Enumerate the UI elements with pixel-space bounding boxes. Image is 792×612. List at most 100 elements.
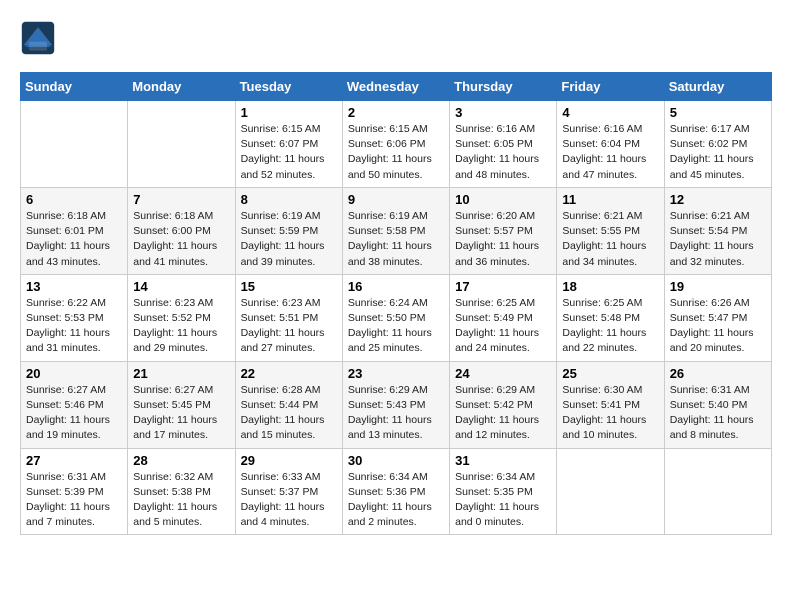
day-number: 30 <box>348 453 444 468</box>
day-number: 23 <box>348 366 444 381</box>
day-info: Sunrise: 6:22 AM Sunset: 5:53 PM Dayligh… <box>26 296 122 357</box>
day-number: 25 <box>562 366 658 381</box>
calendar-cell: 24Sunrise: 6:29 AM Sunset: 5:42 PM Dayli… <box>450 361 557 448</box>
calendar-cell: 22 Sunrise: 6:28 AM Sunset: 5:44 PM Dayli… <box>235 361 342 448</box>
calendar-cell: 3Sunrise: 6:16 AM Sunset: 6:05 PM Daylig… <box>450 101 557 188</box>
calendar-cell: 15 Sunrise: 6:23 AM Sunset: 5:51 PM Dayli… <box>235 274 342 361</box>
day-info: Sunrise: 6:33 AM Sunset: 5:37 PM Dayligh… <box>241 470 337 531</box>
calendar-cell <box>21 101 128 188</box>
calendar-week-3: 13Sunrise: 6:22 AM Sunset: 5:53 PM Dayli… <box>21 274 772 361</box>
day-header-wednesday: Wednesday <box>342 73 449 101</box>
calendar-cell <box>128 101 235 188</box>
day-number: 21 <box>133 366 229 381</box>
day-number: 31 <box>455 453 551 468</box>
logo-icon <box>20 20 56 56</box>
calendar-cell: 5 Sunrise: 6:17 AM Sunset: 6:02 PM Daylig… <box>664 101 771 188</box>
day-number: 19 <box>670 279 766 294</box>
calendar-cell: 23Sunrise: 6:29 AM Sunset: 5:43 PM Dayli… <box>342 361 449 448</box>
day-number: 15 <box>241 279 337 294</box>
day-number: 28 <box>133 453 229 468</box>
day-info: Sunrise: 6:21 AM Sunset: 5:54 PM Dayligh… <box>670 209 766 270</box>
calendar-cell: 17Sunrise: 6:25 AM Sunset: 5:49 PM Dayli… <box>450 274 557 361</box>
logo <box>20 20 60 56</box>
day-info: Sunrise: 6:17 AM Sunset: 6:02 PM Dayligh… <box>670 122 766 183</box>
day-number: 11 <box>562 192 658 207</box>
calendar-cell: 30 Sunrise: 6:34 AM Sunset: 5:36 PM Dayli… <box>342 448 449 535</box>
calendar-cell: 4 Sunrise: 6:16 AM Sunset: 6:04 PM Daylig… <box>557 101 664 188</box>
day-number: 22 <box>241 366 337 381</box>
page-header <box>20 20 772 56</box>
day-info: Sunrise: 6:18 AM Sunset: 6:00 PM Dayligh… <box>133 209 229 270</box>
day-number: 6 <box>26 192 122 207</box>
day-info: Sunrise: 6:34 AM Sunset: 5:36 PM Dayligh… <box>348 470 444 531</box>
day-number: 1 <box>241 105 337 120</box>
calendar-week-2: 6Sunrise: 6:18 AM Sunset: 6:01 PM Daylig… <box>21 187 772 274</box>
calendar-cell: 13Sunrise: 6:22 AM Sunset: 5:53 PM Dayli… <box>21 274 128 361</box>
calendar-cell: 7 Sunrise: 6:18 AM Sunset: 6:00 PM Daylig… <box>128 187 235 274</box>
day-info: Sunrise: 6:30 AM Sunset: 5:41 PM Dayligh… <box>562 383 658 444</box>
day-info: Sunrise: 6:26 AM Sunset: 5:47 PM Dayligh… <box>670 296 766 357</box>
day-number: 14 <box>133 279 229 294</box>
day-info: Sunrise: 6:31 AM Sunset: 5:40 PM Dayligh… <box>670 383 766 444</box>
calendar-cell: 8 Sunrise: 6:19 AM Sunset: 5:59 PM Daylig… <box>235 187 342 274</box>
day-info: Sunrise: 6:15 AM Sunset: 6:07 PM Dayligh… <box>241 122 337 183</box>
calendar-cell <box>557 448 664 535</box>
day-number: 2 <box>348 105 444 120</box>
day-info: Sunrise: 6:23 AM Sunset: 5:51 PM Dayligh… <box>241 296 337 357</box>
calendar-cell: 9 Sunrise: 6:19 AM Sunset: 5:58 PM Daylig… <box>342 187 449 274</box>
day-info: Sunrise: 6:21 AM Sunset: 5:55 PM Dayligh… <box>562 209 658 270</box>
calendar-cell: 27 Sunrise: 6:31 AM Sunset: 5:39 PM Dayli… <box>21 448 128 535</box>
day-info: Sunrise: 6:34 AM Sunset: 5:35 PM Dayligh… <box>455 470 551 531</box>
calendar-cell: 25 Sunrise: 6:30 AM Sunset: 5:41 PM Dayli… <box>557 361 664 448</box>
day-info: Sunrise: 6:32 AM Sunset: 5:38 PM Dayligh… <box>133 470 229 531</box>
calendar-cell: 14 Sunrise: 6:23 AM Sunset: 5:52 PM Dayli… <box>128 274 235 361</box>
day-number: 7 <box>133 192 229 207</box>
day-number: 27 <box>26 453 122 468</box>
day-info: Sunrise: 6:27 AM Sunset: 5:46 PM Dayligh… <box>26 383 122 444</box>
day-number: 4 <box>562 105 658 120</box>
day-number: 5 <box>670 105 766 120</box>
calendar-cell: 11 Sunrise: 6:21 AM Sunset: 5:55 PM Dayli… <box>557 187 664 274</box>
day-number: 29 <box>241 453 337 468</box>
calendar-cell: 20 Sunrise: 6:27 AM Sunset: 5:46 PM Dayli… <box>21 361 128 448</box>
calendar-cell: 16Sunrise: 6:24 AM Sunset: 5:50 PM Dayli… <box>342 274 449 361</box>
day-number: 20 <box>26 366 122 381</box>
day-info: Sunrise: 6:28 AM Sunset: 5:44 PM Dayligh… <box>241 383 337 444</box>
day-number: 24 <box>455 366 551 381</box>
calendar-cell: 1 Sunrise: 6:15 AM Sunset: 6:07 PM Daylig… <box>235 101 342 188</box>
day-info: Sunrise: 6:15 AM Sunset: 6:06 PM Dayligh… <box>348 122 444 183</box>
calendar-cell: 26 Sunrise: 6:31 AM Sunset: 5:40 PM Dayli… <box>664 361 771 448</box>
day-info: Sunrise: 6:25 AM Sunset: 5:49 PM Dayligh… <box>455 296 551 357</box>
day-info: Sunrise: 6:31 AM Sunset: 5:39 PM Dayligh… <box>26 470 122 531</box>
day-header-tuesday: Tuesday <box>235 73 342 101</box>
calendar-cell: 18 Sunrise: 6:25 AM Sunset: 5:48 PM Dayli… <box>557 274 664 361</box>
calendar-week-4: 20 Sunrise: 6:27 AM Sunset: 5:46 PM Dayli… <box>21 361 772 448</box>
day-info: Sunrise: 6:25 AM Sunset: 5:48 PM Dayligh… <box>562 296 658 357</box>
day-info: Sunrise: 6:19 AM Sunset: 5:59 PM Dayligh… <box>241 209 337 270</box>
day-number: 10 <box>455 192 551 207</box>
day-info: Sunrise: 6:19 AM Sunset: 5:58 PM Dayligh… <box>348 209 444 270</box>
day-header-monday: Monday <box>128 73 235 101</box>
day-header-friday: Friday <box>557 73 664 101</box>
day-number: 18 <box>562 279 658 294</box>
calendar-week-1: 1 Sunrise: 6:15 AM Sunset: 6:07 PM Daylig… <box>21 101 772 188</box>
day-number: 9 <box>348 192 444 207</box>
day-header-sunday: Sunday <box>21 73 128 101</box>
calendar-cell: 2 Sunrise: 6:15 AM Sunset: 6:06 PM Daylig… <box>342 101 449 188</box>
calendar-table: SundayMondayTuesdayWednesdayThursdayFrid… <box>20 72 772 535</box>
calendar-cell: 29 Sunrise: 6:33 AM Sunset: 5:37 PM Dayli… <box>235 448 342 535</box>
calendar-cell: 10 Sunrise: 6:20 AM Sunset: 5:57 PM Dayli… <box>450 187 557 274</box>
day-info: Sunrise: 6:23 AM Sunset: 5:52 PM Dayligh… <box>133 296 229 357</box>
calendar-cell: 28 Sunrise: 6:32 AM Sunset: 5:38 PM Dayli… <box>128 448 235 535</box>
calendar-header-row: SundayMondayTuesdayWednesdayThursdayFrid… <box>21 73 772 101</box>
day-info: Sunrise: 6:16 AM Sunset: 6:04 PM Dayligh… <box>562 122 658 183</box>
day-number: 26 <box>670 366 766 381</box>
calendar-cell: 6Sunrise: 6:18 AM Sunset: 6:01 PM Daylig… <box>21 187 128 274</box>
day-number: 12 <box>670 192 766 207</box>
day-number: 8 <box>241 192 337 207</box>
calendar-cell <box>664 448 771 535</box>
calendar-week-5: 27 Sunrise: 6:31 AM Sunset: 5:39 PM Dayli… <box>21 448 772 535</box>
day-number: 16 <box>348 279 444 294</box>
day-info: Sunrise: 6:20 AM Sunset: 5:57 PM Dayligh… <box>455 209 551 270</box>
day-number: 3 <box>455 105 551 120</box>
